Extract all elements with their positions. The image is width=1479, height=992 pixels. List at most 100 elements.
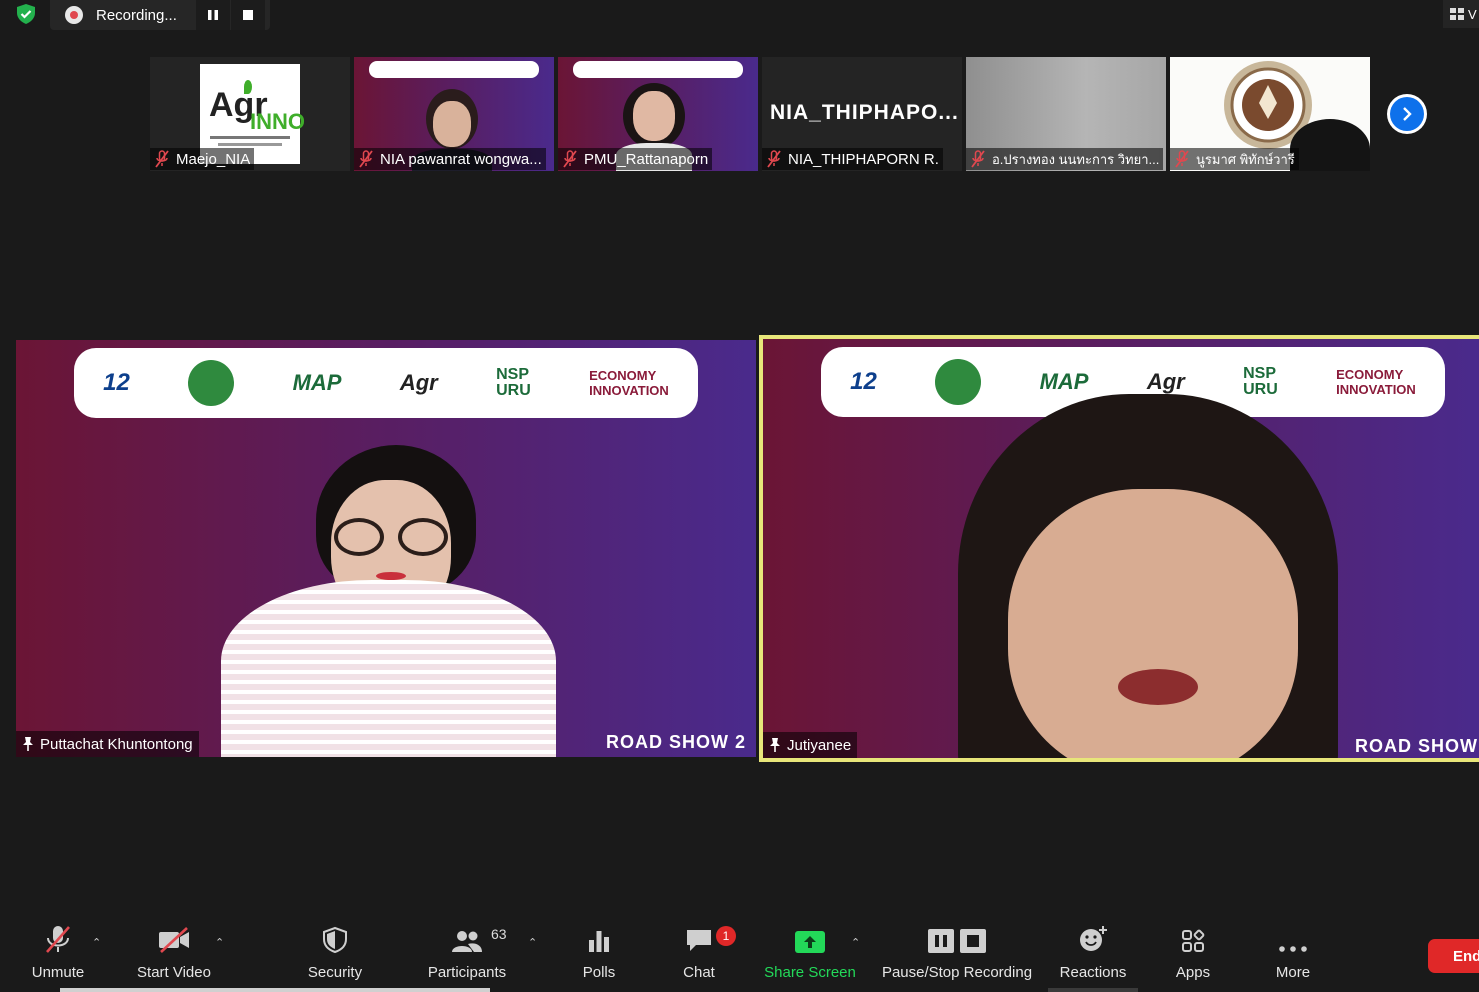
unmute-label: Unmute (31, 964, 85, 981)
apps-button[interactable]: Apps (1166, 914, 1220, 992)
participant-name: PMU_Rattanaporn (584, 150, 709, 168)
chat-label: Chat (683, 964, 715, 981)
participant-name: NIA_THIPHAPORN R. (788, 150, 939, 168)
participants-options-caret[interactable]: ⌃ (528, 936, 537, 949)
start-video-button[interactable]: Start Video (130, 914, 218, 992)
pin-icon (23, 737, 33, 751)
bar-chart-icon (589, 931, 609, 952)
participants-icon (452, 931, 482, 952)
grid-view-icon (1450, 8, 1464, 20)
stop-icon (960, 929, 986, 953)
person-jacket (221, 580, 556, 757)
recording-dot-icon (65, 6, 83, 24)
glasses-left (334, 518, 384, 556)
security-button[interactable]: Security (300, 914, 370, 992)
roadshow-label: ROAD SHOW 2 (606, 732, 747, 752)
apps-label: Apps (1175, 964, 1211, 981)
speaker-video-tile[interactable]: 12 MAP Agr NSP URU ECONOMY INNOVATION ROAD… (16, 340, 756, 757)
chat-icon (687, 930, 711, 951)
pause-stop-recording-button[interactable]: Pause/Stop Recording (878, 914, 1036, 992)
muted-mic-icon (971, 150, 985, 168)
shield-icon (323, 926, 347, 954)
participant-name: อ.ปรางทอง นนทะการ วิทยา... (992, 151, 1160, 167)
unmute-button[interactable]: Unmute (22, 914, 94, 992)
leaf-icon (244, 80, 252, 94)
person-face (1008, 489, 1298, 758)
view-label: V (1468, 6, 1477, 22)
participant-name: นูรมาศ พิทักษ์วารี (1196, 151, 1295, 167)
economy-innovation-logo: ECONOMY INNOVATION (1336, 367, 1416, 397)
stop-icon (243, 10, 253, 20)
participant-name: Maejo_NIA (176, 150, 251, 168)
person-face (633, 91, 675, 141)
recording-indicator: Recording... (50, 0, 270, 30)
participant-name-tag: Maejo_NIA (150, 148, 255, 170)
map-logo: MAP (292, 370, 342, 395)
participant-thumbnail[interactable]: Agr INNO Maejo_NIA (150, 57, 350, 171)
event-banner (369, 61, 539, 78)
participant-thumbnail[interactable]: NIA_THIPHAPO... NIA_THIPHAPORN R. (762, 57, 962, 171)
muted-mic-icon (359, 150, 373, 168)
chat-unread-badge: 1 (716, 926, 736, 946)
next-page-button[interactable] (1387, 94, 1427, 134)
security-label: Security (307, 964, 363, 981)
person-face (433, 101, 471, 147)
agrinno-logo: Agr (1146, 369, 1185, 394)
speaker-name-tag: Puttachat Khuntontong (16, 731, 199, 757)
more-button[interactable]: More (1264, 914, 1322, 992)
taskbar-indicator (1048, 988, 1138, 992)
economy-innovation-logo: ECONOMY INNOVATION (589, 368, 669, 398)
video-options-caret[interactable]: ⌃ (215, 936, 224, 949)
zoom-meeting-window: Recording... V Agr INNO Maejo_NIA NIA pa… (0, 0, 1479, 992)
share-screen-icon (795, 931, 825, 953)
person-silhouette (1290, 119, 1370, 171)
muted-mic-icon (1175, 150, 1189, 168)
participant-thumbnail[interactable]: NIA pawanrat wongwa... (354, 57, 554, 171)
smiley-plus-icon (1080, 926, 1107, 951)
stop-recording-button[interactable] (231, 0, 265, 30)
agrinno-logo: Agr (399, 370, 438, 395)
share-screen-label: Share Screen (764, 964, 856, 981)
polls-button[interactable]: Polls (570, 914, 628, 992)
event-banner (573, 61, 743, 78)
encryption-shield-icon[interactable] (14, 3, 38, 25)
end-meeting-button[interactable]: End (1428, 939, 1479, 973)
speaker-name-tag: Jutiyanee (763, 732, 858, 758)
participant-name-tag: NIA_THIPHAPORN R. (762, 148, 943, 170)
nsp-uru-logo: NSP URU (1243, 365, 1278, 398)
nsp-uru-logo: NSP URU (496, 366, 531, 399)
roadshow-label: ROAD SHOW 2 (1355, 736, 1478, 758)
participants-count: 63 (491, 926, 507, 942)
reactions-button[interactable]: Reactions (1056, 914, 1130, 992)
more-dots-icon (1279, 946, 1307, 952)
muted-mic-icon (767, 150, 781, 168)
participant-name-tag: NIA pawanrat wongwa... (354, 148, 546, 170)
active-speaker-video-tile[interactable]: 12 MAP Agr NSP URU ECONOMY INNOVATION ROAD… (759, 335, 1479, 762)
more-label: More (1275, 964, 1311, 981)
agrinno-logo-text2: INNO (250, 109, 305, 134)
pause-stop-label: Pause/Stop Recording (881, 964, 1033, 981)
person-mouth (1118, 669, 1198, 705)
audio-options-caret[interactable]: ⌃ (92, 936, 101, 949)
share-screen-button[interactable]: Share Screen (760, 914, 860, 992)
chat-button[interactable]: 1 Chat (670, 914, 736, 992)
share-options-caret[interactable]: ⌃ (851, 936, 860, 949)
participant-thumbnail[interactable]: PMU_Rattanaporn (558, 57, 758, 171)
muted-mic-icon (563, 150, 577, 168)
pause-icon (208, 10, 218, 20)
map-logo: MAP (1039, 369, 1089, 394)
view-button[interactable]: V (1443, 0, 1479, 28)
taskbar-indicator (60, 988, 490, 992)
pin-icon (770, 738, 780, 752)
pause-recording-button[interactable] (196, 0, 230, 30)
participant-thumbnail[interactable]: อ.ปรางทอง นนทะการ วิทยา... (966, 57, 1166, 171)
recording-label: Recording... (96, 6, 177, 24)
participants-button[interactable]: 63 Participants (422, 914, 512, 992)
seal-logo (188, 360, 235, 406)
end-label: End (1453, 947, 1479, 965)
pause-icon (928, 929, 954, 953)
video-off-icon (159, 927, 189, 953)
participants-label: Participants (427, 964, 507, 981)
speaker-name: Puttachat Khuntontong (40, 735, 193, 753)
participant-thumbnail[interactable]: นูรมาศ พิทักษ์วารี (1170, 57, 1370, 171)
